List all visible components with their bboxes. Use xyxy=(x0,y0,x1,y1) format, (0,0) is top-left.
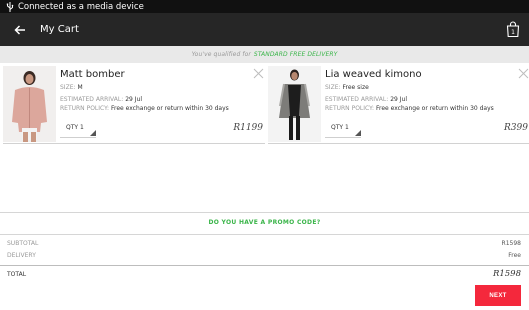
cart-button[interactable]: 1 xyxy=(505,21,521,38)
shopping-bag-icon: 1 xyxy=(506,21,520,38)
product-image[interactable] xyxy=(3,66,56,142)
promo-code-link[interactable]: DO YOU HAVE A PROMO CODE? xyxy=(0,219,529,226)
dropdown-arrow-icon xyxy=(90,130,96,136)
delivery-row: DELIVERY Free xyxy=(7,252,521,259)
quantity-select[interactable]: QTY 1 xyxy=(325,120,361,138)
cart-item: Lia weaved kimono SIZE: Free size ESTIMAT… xyxy=(268,66,529,144)
delivery-value: Free xyxy=(508,252,521,259)
banner-prefix: You've qualified for xyxy=(191,51,251,58)
remove-item-close-icon[interactable] xyxy=(518,68,529,79)
product-price: R1199 xyxy=(233,123,263,133)
total-row: TOTAL R1598 xyxy=(7,269,521,279)
return-policy: RETURN POLICY: Free exchange or return wi… xyxy=(60,105,229,112)
back-arrow-icon xyxy=(14,24,25,35)
divider xyxy=(0,212,529,213)
product-price: R399 xyxy=(504,123,528,133)
divider xyxy=(0,234,529,235)
toolbar: My Cart 1 xyxy=(0,13,529,46)
dropdown-arrow-icon xyxy=(355,130,361,136)
product-size: SIZE: Free size xyxy=(325,84,369,91)
product-name[interactable]: Matt bomber xyxy=(60,69,125,80)
remove-item-close-icon[interactable] xyxy=(253,68,264,79)
usb-icon xyxy=(6,1,14,12)
estimated-arrival: ESTIMATED ARRIVAL: 29 Jul xyxy=(60,96,143,103)
subtotal-value: R1598 xyxy=(501,240,521,247)
subtotal-label: SUBTOTAL xyxy=(7,240,39,247)
divider xyxy=(0,265,529,266)
product-size: SIZE: M xyxy=(60,84,83,91)
free-delivery-banner: You've qualified for STANDARD FREE DELIV… xyxy=(0,46,529,63)
product-name[interactable]: Lia weaved kimono xyxy=(325,69,422,80)
product-image[interactable] xyxy=(268,66,321,142)
status-bar: Connected as a media device xyxy=(0,0,529,13)
subtotal-row: SUBTOTAL R1598 xyxy=(7,240,521,247)
banner-highlight: STANDARD FREE DELIVERY xyxy=(253,51,338,58)
total-label: TOTAL xyxy=(7,271,27,278)
cart-count: 1 xyxy=(511,29,515,36)
quantity-select[interactable]: QTY 1 xyxy=(60,120,96,138)
back-button[interactable] xyxy=(0,13,40,46)
cart-item: Matt bomber SIZE: M ESTIMATED ARRIVAL: 29 … xyxy=(3,66,265,144)
return-policy: RETURN POLICY: Free exchange or return wi… xyxy=(325,105,494,112)
estimated-arrival: ESTIMATED ARRIVAL: 29 Jul xyxy=(325,96,408,103)
delivery-label: DELIVERY xyxy=(7,252,36,259)
status-text: Connected as a media device xyxy=(18,1,144,12)
page-title: My Cart xyxy=(40,24,79,35)
total-value: R1598 xyxy=(492,269,521,279)
next-button[interactable]: NEXT xyxy=(475,285,521,306)
